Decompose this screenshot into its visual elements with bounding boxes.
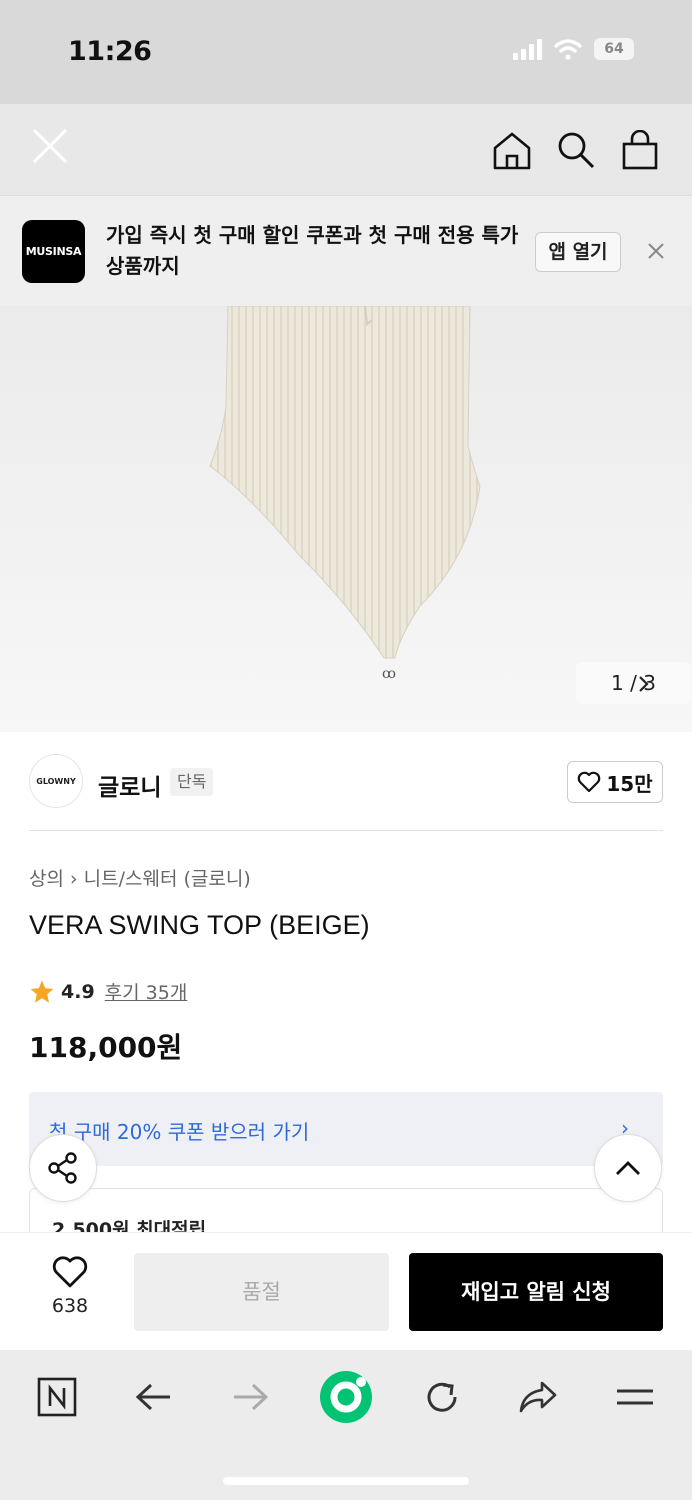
app-install-banner: MUSINSA 가입 즉시 첫 구매 할인 쿠폰과 첫 구매 전용 특가 상품까… <box>0 196 692 306</box>
banner-text: 가입 즉시 첫 구매 할인 쿠폰과 첫 구매 전용 특가 상품까지 <box>106 223 519 278</box>
close-banner-icon[interactable] <box>647 242 665 260</box>
brand-name[interactable]: 글로니 <box>98 768 161 802</box>
product-like-count: 638 <box>51 1295 89 1317</box>
green-dot-button[interactable] <box>317 1368 375 1426</box>
arrow-left-icon <box>135 1383 170 1411</box>
breadcrumb-separator: › <box>70 868 84 890</box>
green-dot-icon <box>320 1371 372 1423</box>
refresh-button[interactable] <box>419 1374 465 1420</box>
arrow-right-icon <box>234 1383 269 1411</box>
naver-home-button[interactable] <box>34 1374 80 1420</box>
image-pager[interactable]: 1 / 3 <box>576 662 691 704</box>
points-card: 2,500원 최대적립 <box>29 1188 663 1241</box>
battery-icon: 64 <box>594 38 634 60</box>
exclusive-badge: 단독 <box>170 768 214 796</box>
scroll-to-top-button[interactable] <box>594 1134 662 1202</box>
rating-score: 4.9 <box>61 980 95 1003</box>
breadcrumb: 상의 › 니트/스웨터 (글로니) <box>29 864 251 891</box>
share-page-button[interactable] <box>515 1374 561 1420</box>
back-button[interactable] <box>131 1374 177 1420</box>
wifi-icon <box>554 39 582 60</box>
brand-logo[interactable]: GLOWNY <box>29 754 83 808</box>
product-image-gallery[interactable]: ꝏ 1 / 3 <box>0 306 692 732</box>
status-time: 11:26 <box>68 36 152 67</box>
brand-row: GLOWNY 글로니 단독 15만 <box>0 732 692 832</box>
cellular-signal-icon <box>513 38 542 60</box>
home-icon[interactable] <box>492 130 532 170</box>
coupon-text: 첫 구매 20% 쿠폰 받으러 가기 <box>49 1120 310 1144</box>
open-app-button[interactable]: 앱 열기 <box>535 232 621 272</box>
browser-toolbar <box>0 1350 692 1500</box>
soldout-button: 품절 <box>134 1253 389 1331</box>
product-title: VERA SWING TOP (BEIGE) <box>29 910 370 940</box>
heart-icon <box>52 1256 88 1288</box>
refresh-icon <box>427 1382 457 1412</box>
menu-icon <box>617 1389 653 1405</box>
share-icon <box>48 1152 77 1184</box>
first-purchase-coupon-banner[interactable]: 첫 구매 20% 쿠폰 받으러 가기 › <box>29 1092 663 1166</box>
home-indicator <box>223 1477 469 1485</box>
review-link[interactable]: 후기 35개 <box>105 978 188 1005</box>
breadcrumb-item[interactable]: 상의 <box>29 868 64 890</box>
chevron-right-icon[interactable] <box>638 675 650 693</box>
shopping-bag-icon[interactable] <box>620 130 660 170</box>
product-like-button[interactable]: 638 <box>30 1255 110 1317</box>
status-bar: 11:26 64 <box>0 0 692 104</box>
svg-text:ꝏ: ꝏ <box>382 666 396 682</box>
divider <box>29 830 663 831</box>
forward-button[interactable] <box>227 1374 273 1420</box>
breadcrumb-item[interactable]: 니트/스웨터 (글로니) <box>84 868 251 890</box>
restock-alert-button[interactable]: 재입고 알림 신청 <box>409 1253 663 1331</box>
star-icon <box>30 980 54 1003</box>
musinsa-logo: MUSINSA <box>22 220 85 283</box>
chevron-up-icon <box>616 1161 640 1175</box>
share-button[interactable] <box>29 1134 97 1202</box>
close-icon[interactable] <box>30 126 70 166</box>
share-arrow-icon <box>519 1381 557 1413</box>
product-price: 118,000원 <box>29 1031 183 1064</box>
menu-button[interactable] <box>612 1374 658 1420</box>
purchase-bar: 638 품절 재입고 알림 신청 <box>0 1232 692 1350</box>
top-navigation <box>0 104 692 196</box>
search-icon[interactable] <box>556 130 596 170</box>
naver-n-icon <box>37 1377 77 1417</box>
brand-like-button[interactable]: 15만 <box>567 761 663 803</box>
rating-row: 4.9 후기 35개 <box>29 978 187 1005</box>
heart-icon <box>578 771 601 793</box>
brand-like-count: 15만 <box>606 771 653 796</box>
